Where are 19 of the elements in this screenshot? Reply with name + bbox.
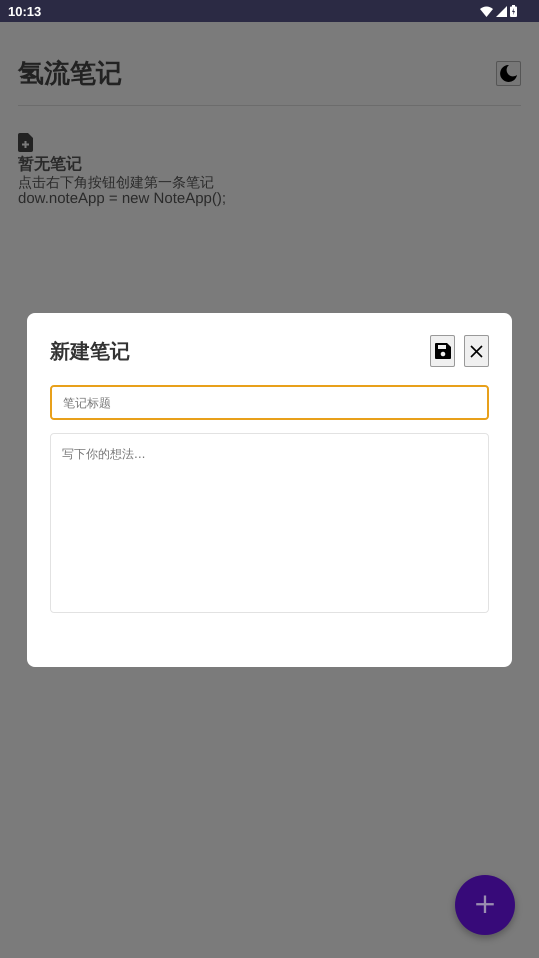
wifi-icon xyxy=(480,6,493,16)
signal-icon xyxy=(496,6,507,16)
close-button[interactable] xyxy=(464,335,489,367)
status-time: 10:13 xyxy=(8,4,42,18)
empty-message: 点击右下角按钮创建第一条笔记 xyxy=(18,175,214,191)
save-button[interactable] xyxy=(430,335,455,367)
add-note-icon xyxy=(18,133,33,152)
close-icon xyxy=(470,344,483,358)
dialog-title: 新建笔记 xyxy=(50,338,130,364)
add-note-button[interactable]: + xyxy=(455,875,515,935)
moon-icon xyxy=(500,65,517,82)
battery-icon xyxy=(510,5,517,17)
title-input-field[interactable]: 笔记标题 xyxy=(50,385,489,420)
save-icon xyxy=(434,343,450,359)
code-text: dow.noteApp = new NoteApp(); xyxy=(18,191,226,207)
empty-title: 暂无笔记 xyxy=(18,154,82,175)
app-title: 氢流笔记 xyxy=(18,58,122,91)
theme-toggle-button[interactable] xyxy=(496,61,521,86)
content-input-field[interactable]: 写下你的想法... xyxy=(50,433,489,613)
